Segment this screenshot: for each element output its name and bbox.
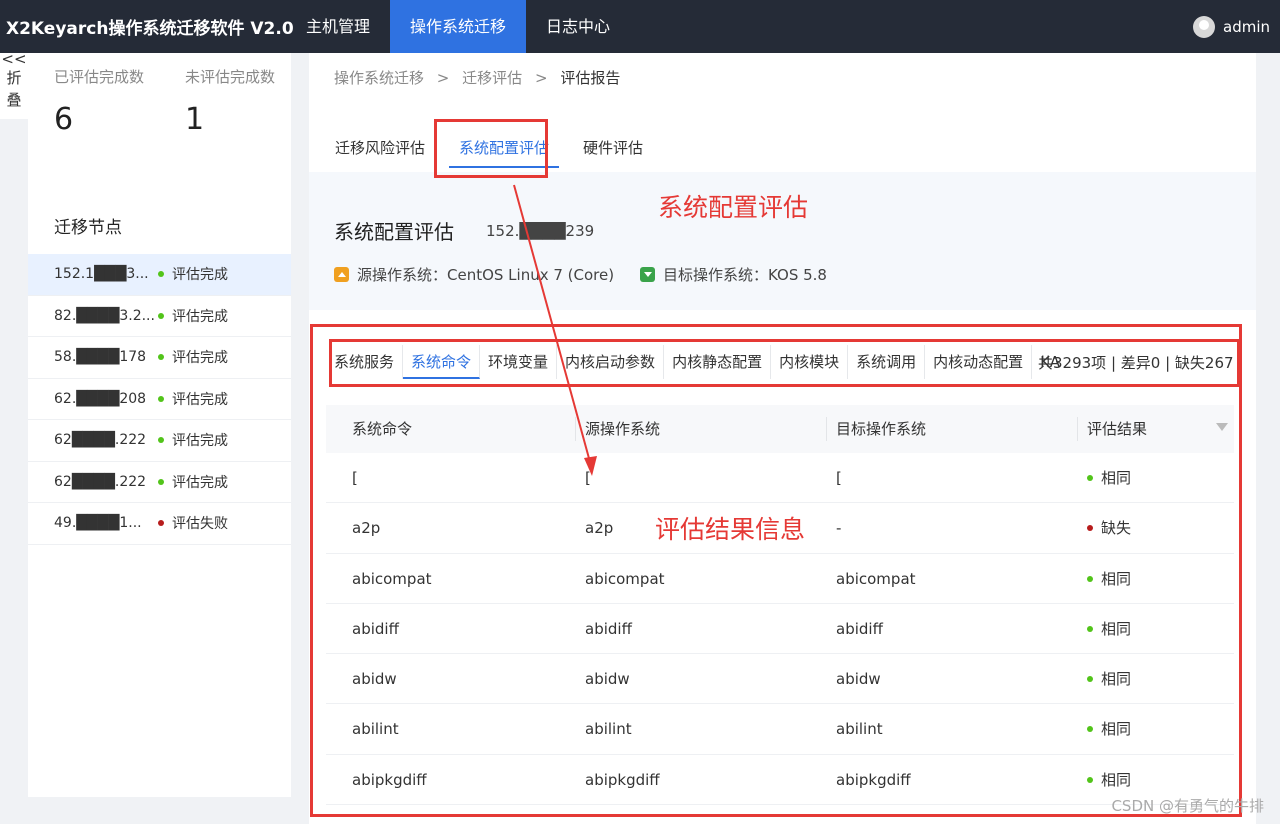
node-status: 评估完成 [172,350,228,367]
node-ip: 62.████208 [54,390,147,407]
nav-item-os-migration[interactable]: 操作系统迁移 [390,0,527,53]
node-status: 评估完成 [172,308,228,325]
status-dot-icon [158,478,164,485]
breadcrumb-migration-assessment[interactable]: 迁移评估 [462,69,522,87]
annotation-config: 系统配置评估 [658,193,809,222]
stat-pending: 未评估完成数 1 [185,65,305,138]
highlight-box-config-tab [434,119,548,178]
node-ip: 49.████1... [54,515,142,532]
highlight-box-table [310,324,1242,817]
node-ip: 82.████3.2... [54,307,155,324]
source-os: 源操作系统：CentOS Linux 7 (Core) [334,264,614,285]
stat-done-value: 6 [54,102,74,137]
target-os-text: 目标操作系统：KOS 5.8 [663,266,827,284]
nodes-title: 迁移节点 [54,218,122,238]
breadcrumb-os-migration[interactable]: 操作系统迁移 [334,69,424,87]
status-dot-icon [158,520,164,527]
collapse-arrows: << [1,50,27,68]
breadcrumb-separator: > [436,69,450,87]
status-dot-icon [158,395,164,402]
breadcrumb-report: 评估报告 [560,69,621,87]
collapse-text-2: 叠 [6,91,22,109]
node-ip: 152.1███3... [54,266,149,283]
node-status: 评估完成 [172,391,228,408]
node-status: 评估完成 [172,474,228,491]
target-os: 目标操作系统：KOS 5.8 [640,264,827,285]
config-ip: 152.████239 [486,222,595,240]
collapse-sidebar-button[interactable]: << 折 叠 [0,50,28,119]
app-title: X2Keyarch操作系统迁移软件 V2.0 [6,19,294,39]
status-dot-icon [158,271,164,278]
annotation-result-info: 评估结果信息 [655,515,806,544]
tab-migration-risk[interactable]: 迁移风险评估 [325,133,435,168]
node-status: 评估完成 [172,433,228,450]
node-item[interactable]: 62████.222 评估完成 [28,462,291,503]
nav-item-log-center[interactable]: 日志中心 [526,0,630,53]
status-dot-icon [158,312,164,319]
node-item[interactable]: 58.████178 评估完成 [28,337,291,379]
node-item[interactable]: 82.████3.2... 评估完成 [28,296,291,337]
upload-icon [334,267,349,282]
source-os-text: 源操作系统：CentOS Linux 7 (Core) [357,266,615,284]
node-ip: 58.████178 [54,349,147,366]
breadcrumb: 操作系统迁移 > 迁移评估 > 评估报告 [334,67,628,88]
node-ip: 62████.222 [54,432,147,449]
user-name: admin [1223,17,1270,36]
node-item[interactable]: 49.████1... 评估失败 [28,503,291,545]
stat-done: 已评估完成数 6 [54,65,174,138]
node-ip: 62████.222 [54,473,147,490]
node-item[interactable]: 62.████208 评估完成 [28,379,291,420]
config-title: 系统配置评估 [334,220,454,244]
download-icon [640,267,655,282]
top-nav: X2Keyarch操作系统迁移软件 V2.0 主机管理 操作系统迁移 日志中心 … [0,0,1280,53]
node-item[interactable]: 62████.222 评估完成 [28,420,291,462]
node-status: 评估失败 [172,516,228,533]
status-dot-icon [158,354,164,361]
nav-item-host-management[interactable]: 主机管理 [286,0,390,53]
breadcrumb-separator: > [534,69,548,87]
user-menu[interactable]: admin [1193,15,1280,38]
stat-done-label: 已评估完成数 [54,68,145,86]
node-item[interactable]: 152.1███3... 评估完成 [28,254,291,296]
tab-hardware[interactable]: 硬件评估 [573,133,653,168]
node-sidebar: 已评估完成数 6 未评估完成数 1 迁移节点 152.1███3... 评估完成 8… [28,53,291,797]
node-status: 评估完成 [172,267,228,284]
collapse-text-1: 折 [6,69,22,87]
status-dot-icon [158,437,164,444]
stat-pending-label: 未评估完成数 [185,68,276,86]
node-list: 152.1███3... 评估完成 82.████3.2... 评估完成 58.████… [28,254,291,545]
watermark: CSDN @有勇气的牛排 [1111,797,1264,815]
avatar-icon [1193,15,1215,38]
stat-pending-value: 1 [185,102,205,137]
